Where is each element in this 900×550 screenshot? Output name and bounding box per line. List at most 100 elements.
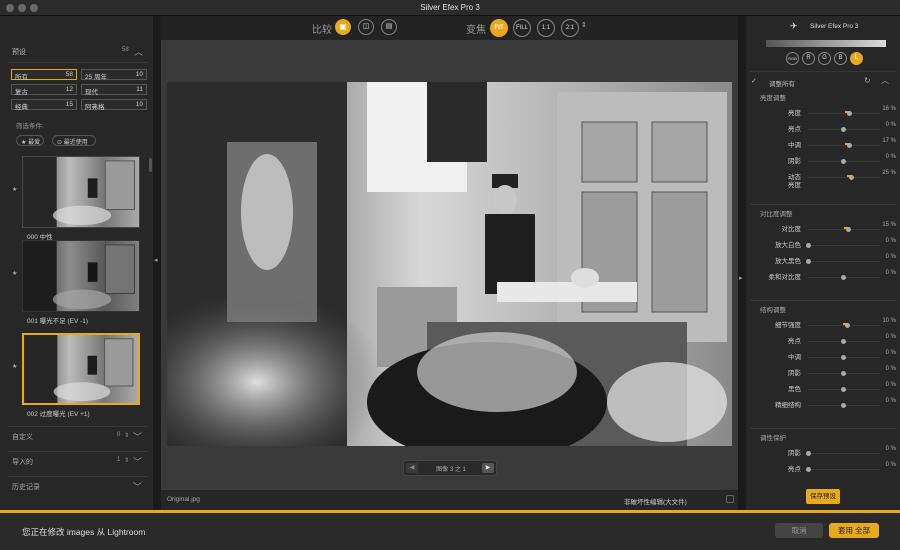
thumbnail-scrollbar[interactable]	[149, 158, 152, 172]
compare-stacked-view-button[interactable]: ▤	[381, 19, 397, 35]
slider-knob[interactable]	[841, 339, 846, 344]
left-panel-collapse-handle[interactable]: ◂	[153, 16, 161, 510]
slider-knob[interactable]	[841, 387, 846, 392]
filter-favorites-button[interactable]: ★ 最爱	[16, 135, 44, 146]
slider-label: 黑色	[788, 386, 801, 393]
preset-category-name: 复古	[15, 89, 28, 96]
slider-value: 0 %	[885, 122, 896, 128]
slider-track[interactable]	[808, 355, 880, 360]
preset-category-1[interactable]: 25 周年 10	[81, 69, 147, 81]
slider-label: 放大白色	[775, 242, 801, 249]
slider-track[interactable]	[808, 111, 880, 116]
channel-b-button[interactable]: B	[834, 52, 847, 65]
slider-track[interactable]	[808, 143, 880, 148]
preset-thumbnail[interactable]	[22, 156, 140, 228]
chevron-down-icon[interactable]: ﹀	[133, 430, 142, 443]
luminance-gradient-bar[interactable]	[766, 40, 886, 47]
zoom-stepper-icon[interactable]: ⇕	[581, 21, 587, 29]
pager-text: 图像 3 之 1	[436, 467, 466, 473]
channel-g-button[interactable]: G	[818, 52, 831, 65]
compare-single-view-button[interactable]: ▣	[335, 19, 351, 35]
apply-all-button[interactable]: 套用 全部	[829, 523, 879, 538]
section-2-label[interactable]: 历史记录	[12, 482, 40, 492]
status-message: 您正在修改 images 从 Lightroom	[22, 527, 146, 537]
slider-label: 放大黑色	[775, 258, 801, 265]
channel-r-button[interactable]: R	[802, 52, 815, 65]
slider-knob[interactable]	[841, 127, 846, 132]
reset-icon[interactable]: ↻	[864, 76, 871, 85]
slider-knob[interactable]	[841, 371, 846, 376]
preset-category-name: 经典	[15, 104, 28, 111]
next-image-button[interactable]: ▶	[482, 463, 494, 473]
section-1-label[interactable]: 导入的	[12, 457, 33, 467]
slider-knob[interactable]	[806, 451, 811, 456]
slider-value: 0 %	[885, 270, 896, 276]
slider-track[interactable]	[808, 371, 880, 376]
preset-category-2[interactable]: 复古 12	[11, 84, 77, 96]
favorite-star-icon[interactable]: ★	[12, 186, 17, 193]
preset-thumbnail[interactable]	[22, 240, 140, 312]
zoom-fit-button[interactable]: FIT	[490, 19, 508, 37]
zoom-label: 变焦	[466, 25, 486, 36]
slider-track[interactable]	[806, 259, 880, 264]
preset-thumbnail[interactable]	[22, 333, 140, 405]
section-count: 0	[117, 432, 121, 438]
chevron-down-icon[interactable]: ﹀	[133, 455, 142, 468]
compare-split-view-button[interactable]: ◫	[358, 19, 374, 35]
slider-track[interactable]	[806, 451, 880, 456]
preview-image[interactable]	[167, 82, 732, 446]
slider-track[interactable]	[808, 275, 880, 280]
preset-category-0[interactable]: 所有 58	[11, 69, 77, 81]
chevron-up-icon[interactable]: ︿	[881, 75, 889, 86]
right-panel-collapse-handle[interactable]: ▸	[738, 16, 746, 510]
filter-label: 筛选条件:	[16, 123, 44, 130]
favorite-star-icon[interactable]: ★	[12, 363, 17, 370]
slider-value: 10 %	[882, 318, 896, 324]
filter-recent-button[interactable]: ⊙ 最近使用	[52, 135, 96, 146]
slider-track[interactable]	[808, 175, 880, 180]
preset-category-5[interactable]: 阿弗格 10	[81, 99, 147, 111]
favorite-star-icon[interactable]: ★	[12, 270, 17, 277]
stepper-icon[interactable]: ⇕	[124, 457, 129, 464]
slider-track[interactable]	[806, 243, 880, 248]
section-0-label[interactable]: 自定义	[12, 432, 33, 442]
slider-track[interactable]	[808, 339, 880, 344]
zoom-fill-button[interactable]: FILL	[513, 19, 531, 37]
slider-knob[interactable]	[841, 403, 846, 408]
slider-label: 亮度	[788, 110, 801, 117]
save-preset-button[interactable]: 保存预设	[806, 489, 840, 504]
slider-knob[interactable]	[806, 259, 811, 264]
image-pager: ◀ 图像 3 之 1 ▶	[403, 460, 497, 476]
slider-track[interactable]	[808, 403, 880, 408]
slider-track[interactable]	[808, 227, 880, 232]
slider-track[interactable]	[808, 159, 880, 164]
slider-track[interactable]	[808, 127, 880, 132]
cancel-button[interactable]: 取消	[775, 523, 823, 538]
slider-knob[interactable]	[841, 275, 846, 280]
previous-image-button[interactable]: ◀	[406, 463, 418, 473]
group-title: 亮度调整	[760, 95, 786, 102]
zoom-1to1-button[interactable]: 1:1	[537, 19, 555, 37]
preset-category-3[interactable]: 现代 11	[81, 84, 147, 96]
nondestructive-checkbox[interactable]	[726, 495, 734, 503]
slider-knob[interactable]	[806, 467, 811, 472]
slider-knob[interactable]	[806, 243, 811, 248]
slider-value: 0 %	[885, 462, 896, 468]
slider-knob[interactable]	[841, 355, 846, 360]
chevron-down-icon[interactable]: ﹀	[133, 480, 142, 493]
slider-knob[interactable]	[841, 159, 846, 164]
preset-thumbnail-label: 002 过度曝光 (EV +1)	[27, 411, 90, 418]
channel-rgb-button[interactable]: RGB	[786, 52, 799, 65]
slider-track[interactable]	[808, 387, 880, 392]
slider-label: 阴影	[788, 450, 801, 457]
slider-label: 中调	[788, 142, 801, 149]
preset-category-4[interactable]: 经典 15	[11, 99, 77, 111]
slider-track[interactable]	[806, 467, 880, 472]
chevron-up-icon[interactable]: ︿	[134, 45, 143, 58]
check-icon[interactable]: ✓	[751, 77, 757, 85]
channel-l-button[interactable]: L	[850, 52, 863, 65]
slider-value-mark	[844, 111, 849, 113]
stepper-icon[interactable]: ⇕	[124, 432, 129, 439]
slider-track[interactable]	[808, 323, 880, 328]
zoom-2to1-button[interactable]: 2:1	[561, 19, 579, 37]
